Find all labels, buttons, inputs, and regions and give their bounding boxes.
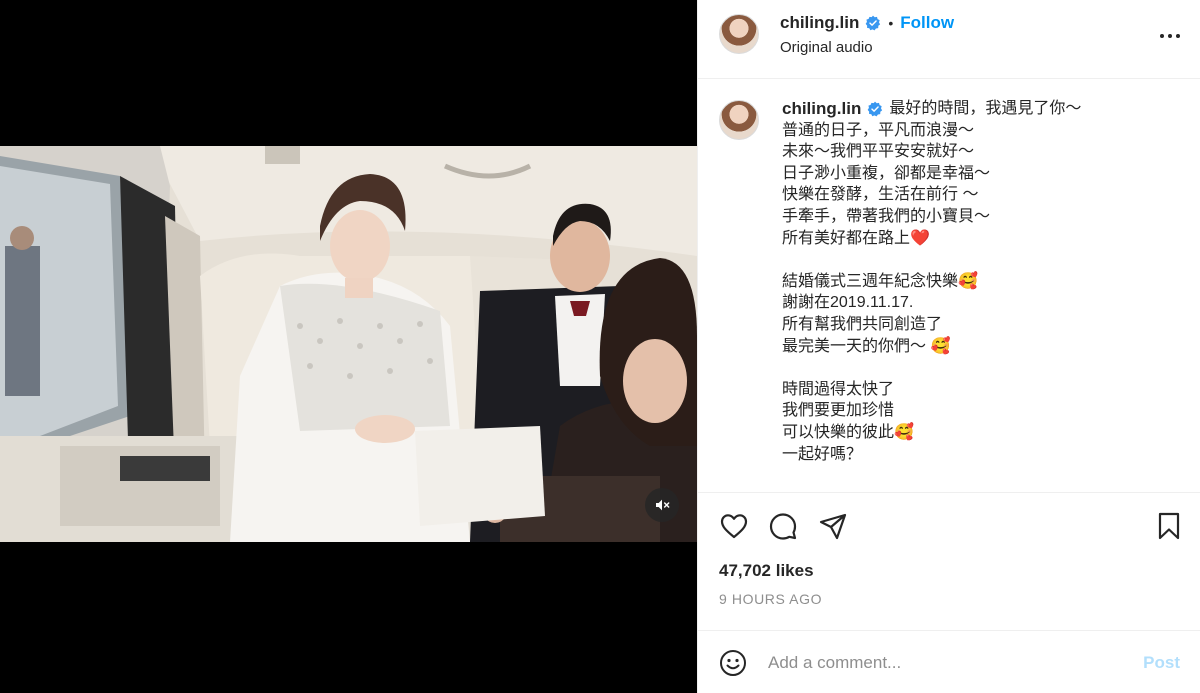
action-bar	[698, 510, 1200, 546]
caption-line: 最完美一天的你們～ 🥰	[782, 337, 951, 355]
media-panel	[0, 0, 697, 693]
heart-icon	[720, 514, 748, 539]
caption-line: 快樂在發酵，生活在前行 ～	[782, 186, 979, 204]
caption-line: 未來～我們平平安安就好～	[782, 143, 975, 161]
caption-line: 所有美好都在路上❤️	[782, 229, 930, 247]
send-icon	[819, 513, 847, 540]
caption-line: 謝謝在2019.11.17.	[782, 294, 914, 312]
caption-username-link[interactable]: chiling.lin	[782, 98, 861, 120]
comment-button[interactable]	[767, 510, 799, 542]
post-details-panel: chiling.lin • Follow Original audio chil…	[697, 0, 1200, 693]
comment-icon	[769, 513, 797, 540]
share-button[interactable]	[817, 510, 849, 542]
caption-line: 所有幫我們共同創造了	[782, 315, 943, 333]
post-video[interactable]	[0, 146, 697, 542]
verified-badge-icon	[867, 101, 883, 117]
like-button[interactable]	[718, 510, 750, 542]
emoji-button[interactable]	[719, 649, 747, 677]
more-horizontal-icon	[1160, 34, 1180, 38]
caption-line: 一起好嗎？	[782, 445, 863, 463]
caption-first-line: 最好的時間，我遇見了你～	[889, 100, 1082, 117]
verified-badge-icon	[865, 15, 881, 31]
post-timestamp[interactable]: 9 HOURS AGO	[719, 591, 822, 607]
more-options-button[interactable]	[1156, 24, 1184, 48]
mute-button[interactable]	[645, 488, 679, 522]
comment-input[interactable]	[768, 651, 1128, 675]
caption-line: 時間過得太快了	[782, 380, 895, 398]
video-frame-image	[0, 146, 697, 542]
smiley-icon	[720, 650, 746, 676]
separator-dot: •	[888, 15, 894, 31]
caption-line: 普通的日子，平凡而浪漫～	[782, 121, 975, 139]
caption-line: 結婚儀式三週年紀念快樂🥰	[782, 272, 978, 290]
caption-line	[782, 357, 1182, 379]
audio-muted-icon	[655, 498, 670, 512]
follow-button[interactable]: Follow	[900, 13, 954, 33]
caption-line: 日子渺小重複，卻都是幸福～	[782, 164, 991, 182]
post-comment-button[interactable]: Post	[1143, 653, 1180, 673]
caption-line: 我們要更加珍惜	[782, 402, 895, 420]
caption-line: 手牽手，帶著我們的小寶貝～	[782, 207, 991, 225]
bookmark-icon	[1158, 512, 1180, 540]
caption-line	[782, 249, 1182, 271]
comment-bar: Post	[698, 630, 1200, 693]
caption-section: chiling.lin 最好的時間，我遇見了你～ 普通的日子，平凡而浪漫～ 未來…	[698, 79, 1200, 493]
post-header: chiling.lin • Follow Original audio	[698, 0, 1200, 79]
likes-count[interactable]: 47,702 likes	[719, 561, 814, 581]
save-button[interactable]	[1153, 510, 1185, 542]
caption-text: chiling.lin 最好的時間，我遇見了你～ 普通的日子，平凡而浪漫～ 未來…	[782, 98, 1182, 465]
header-meta: chiling.lin • Follow Original audio	[780, 13, 954, 56]
avatar[interactable]	[719, 14, 759, 54]
original-audio-link[interactable]: Original audio	[780, 39, 954, 56]
caption-line: 可以快樂的彼此🥰	[782, 423, 914, 441]
caption-avatar[interactable]	[719, 100, 759, 140]
username-link[interactable]: chiling.lin	[780, 13, 859, 33]
